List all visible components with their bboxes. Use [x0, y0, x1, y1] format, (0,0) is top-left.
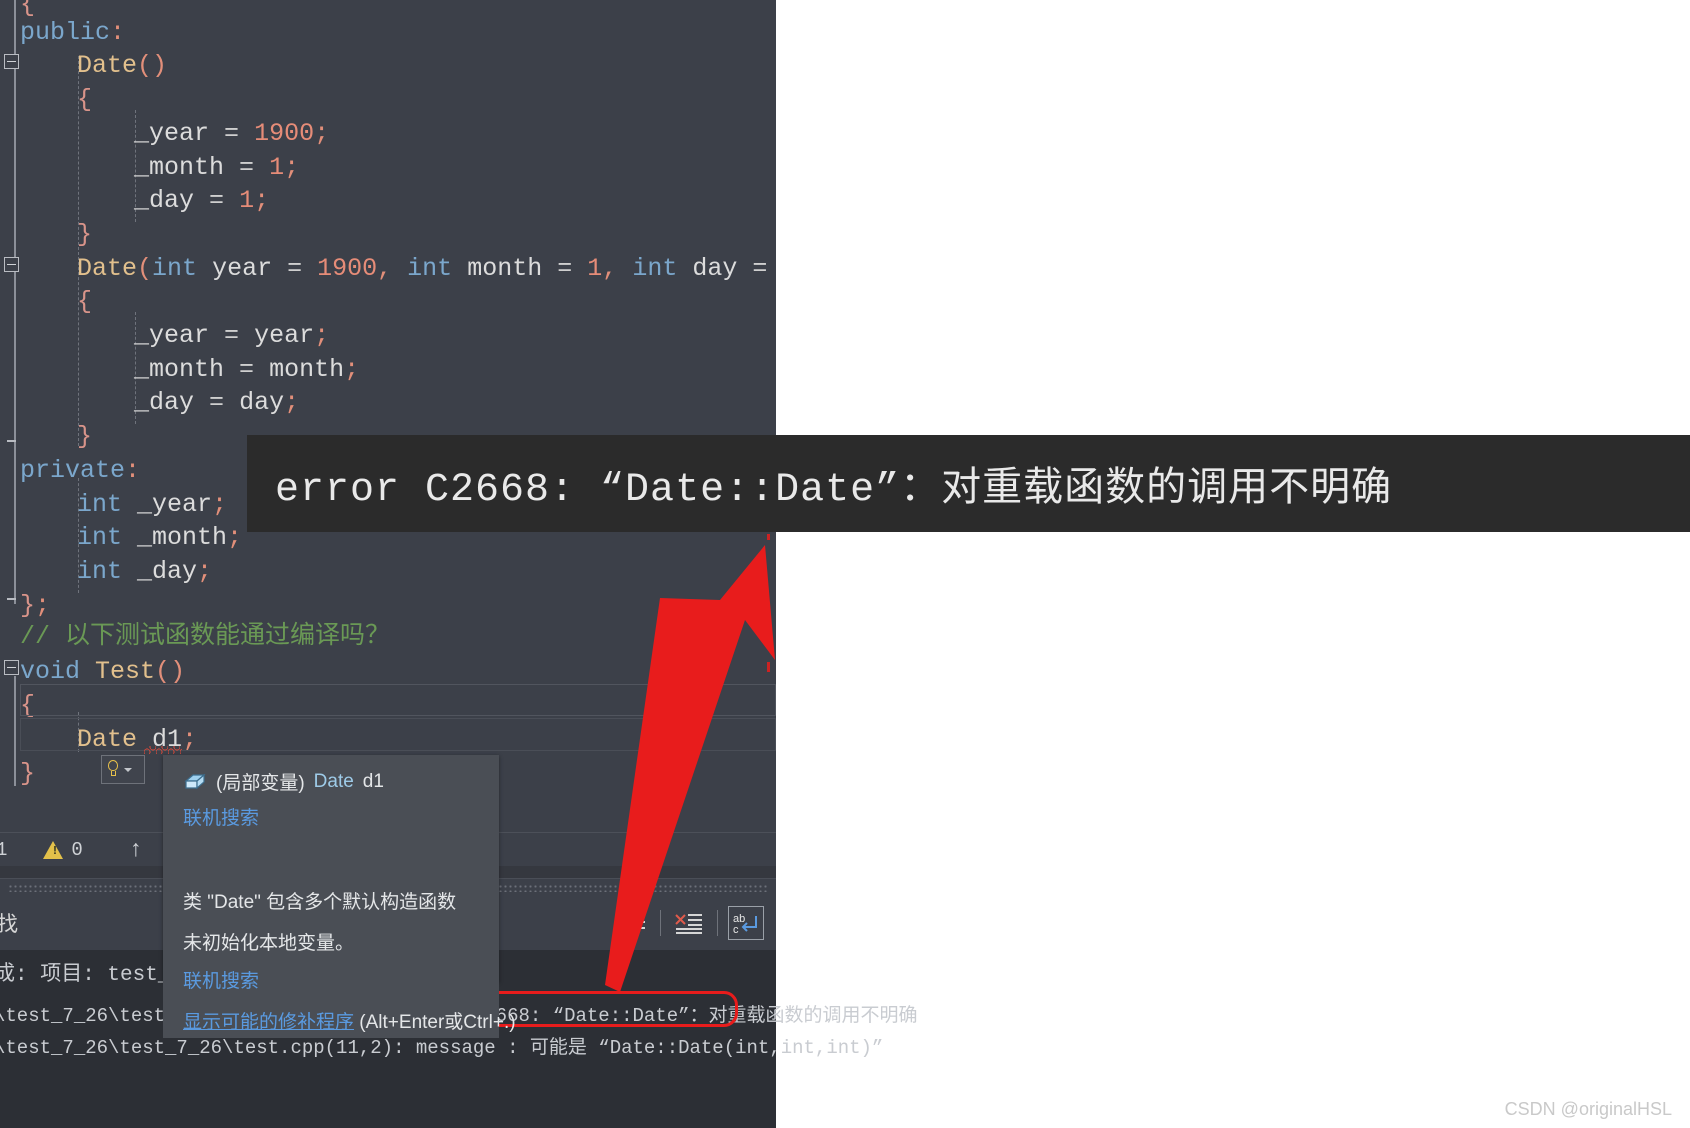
tooltip-show-fixes-link[interactable]: 显示可能的修补程序: [183, 1012, 354, 1033]
clear-list-button[interactable]: [671, 906, 707, 940]
code-line[interactable]: _year = year;: [134, 319, 329, 353]
code-line[interactable]: }: [77, 420, 92, 454]
fold-toggle-ctor-default[interactable]: [4, 54, 19, 69]
line-indicator: 1: [0, 839, 8, 861]
tooltip-title-type: Date: [313, 770, 354, 792]
tooltip-title-row: (局部变量) Date d1: [183, 768, 384, 795]
tooltip-show-fixes-row[interactable]: 显示可能的修补程序 (Alt+Enter或Ctrl+.): [183, 1007, 516, 1034]
intellisense-quick-info-tooltip: (局部变量) Date d1 联机搜索 类 "Date" 包含多个默认构造函数 …: [163, 755, 499, 982]
watermark: CSDN @originalHSL: [1504, 1099, 1672, 1119]
svg-text:c: c: [733, 924, 739, 935]
current-line-box: [20, 684, 776, 716]
find-label: 找: [0, 915, 18, 938]
scope-bar-class-top: [14, 0, 16, 44]
word-wrap-toggle-button[interactable]: ab c: [728, 906, 764, 940]
annotation-tick: [767, 534, 770, 672]
list-view-button[interactable]: [614, 906, 650, 940]
code-line[interactable]: };: [20, 589, 50, 623]
tooltip-online-search-link-2[interactable]: 联机搜索: [183, 966, 259, 993]
lightbulb-icon: [105, 760, 122, 779]
tooltip-title-name: d1: [362, 770, 384, 792]
decl-line-box: [20, 718, 776, 751]
code-line[interactable]: Date(): [77, 49, 167, 83]
code-line[interactable]: _month = month;: [134, 353, 359, 387]
code-line[interactable]: _day = 1;: [134, 184, 269, 218]
tooltip-show-fixes-shortcut: (Alt+Enter或Ctrl+.): [354, 1012, 516, 1033]
tooltip-online-search-link-1[interactable]: 联机搜索: [183, 803, 259, 830]
error-squiggle: [144, 746, 182, 754]
code-line[interactable]: _year = 1900;: [134, 117, 329, 151]
code-line[interactable]: private:: [20, 454, 140, 488]
clear-list-icon: [675, 914, 702, 934]
warning-icon: [43, 841, 64, 859]
scroll-up-arrow-icon[interactable]: ↑: [129, 837, 143, 863]
tooltip-message-2: 未初始化本地变量。: [183, 933, 355, 954]
error-message-overlay: error C2668: “Date::Date”：对重载函数的调用不明确: [247, 435, 1690, 532]
code-line[interactable]: }: [20, 757, 35, 791]
scope-bar-test: [14, 676, 16, 786]
code-line[interactable]: // 以下测试函数能通过编译吗？: [20, 620, 390, 654]
tooltip-title-prefix: (局部变量): [216, 773, 305, 794]
toolbar-separator-1: [660, 910, 661, 936]
toolbar-separator-2: [717, 910, 718, 936]
chevron-down-icon[interactable]: [124, 767, 132, 772]
quick-actions-lightbulb-button[interactable]: [101, 755, 145, 784]
editor-gutter[interactable]: [0, 0, 20, 866]
code-editor-pane[interactable]: {public: Date(){_year = 1900; _month = 1; _…: [0, 0, 776, 866]
fold-end-ctor: [7, 440, 16, 442]
fold-end-class: [7, 598, 16, 600]
error-message-text: error C2668: “Date::Date”：对重载函数的调用不明确: [275, 468, 1393, 513]
scope-bar-private: [14, 454, 16, 604]
code-line[interactable]: {: [77, 285, 92, 319]
warning-count: 0: [71, 839, 83, 861]
intellisense-tooltip-links: 联机搜索 显示可能的修补程序 (Alt+Enter或Ctrl+.): [163, 971, 516, 1038]
struct-box-icon: [183, 772, 207, 792]
word-wrap-icon: ab c: [733, 913, 757, 935]
code-line[interactable]: }: [77, 218, 92, 252]
code-line[interactable]: int _month;: [77, 521, 242, 555]
code-line[interactable]: {: [77, 83, 92, 117]
code-line[interactable]: public:: [20, 16, 125, 50]
fold-toggle-ctor-params[interactable]: [4, 257, 19, 272]
code-line[interactable]: int _day;: [77, 555, 212, 589]
code-line[interactable]: Date(int year = 1900, int month = 1, int…: [77, 252, 776, 286]
code-line[interactable]: _day = day;: [134, 386, 299, 420]
code-line[interactable]: int _year;: [77, 488, 227, 522]
code-line[interactable]: _month = 1;: [134, 151, 299, 185]
tooltip-message-1: 类 "Date" 包含多个默认构造函数: [183, 892, 457, 913]
list-lines-icon: [619, 913, 645, 933]
fold-toggle-test[interactable]: [4, 660, 19, 675]
